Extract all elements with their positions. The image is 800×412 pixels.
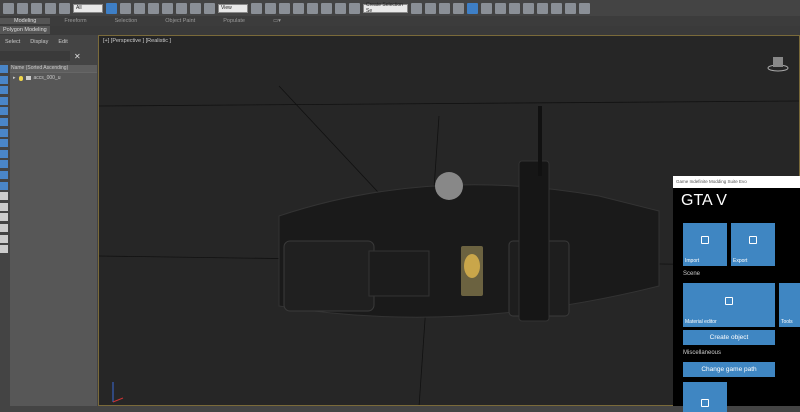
window-title: Game Indefinite Modding Suite Evo bbox=[673, 176, 800, 188]
bones-icon[interactable] bbox=[0, 160, 8, 169]
hierarchy-icon[interactable] bbox=[0, 234, 8, 243]
scene-explorer: Select Display Edit ✕ Name (Sorted Ascen… bbox=[0, 35, 97, 406]
display-all-icon[interactable] bbox=[0, 65, 8, 73]
rotate-icon[interactable] bbox=[176, 2, 187, 14]
percent-snap-icon[interactable] bbox=[321, 2, 332, 14]
ribbon-tabs: Modeling Freeform Selection Object Paint… bbox=[0, 16, 800, 26]
material-editor-button[interactable]: Material editor bbox=[683, 283, 775, 327]
reference-coordinate-dropdown[interactable]: View bbox=[218, 3, 248, 13]
render-icon[interactable] bbox=[551, 2, 562, 14]
curve-editor-icon[interactable] bbox=[481, 2, 492, 14]
tab-selection[interactable]: Selection bbox=[101, 18, 152, 24]
gimms-panel: Game Indefinite Modding Suite Evo GTA V … bbox=[673, 176, 800, 412]
undo-icon[interactable] bbox=[3, 2, 14, 14]
tab-object-paint[interactable]: Object Paint bbox=[151, 18, 209, 24]
named-selection-dropdown[interactable]: Create Selection Se bbox=[363, 2, 408, 14]
select-by-name-icon[interactable] bbox=[120, 2, 131, 14]
scene-label: Scene bbox=[683, 271, 701, 277]
import-button[interactable]: Import bbox=[683, 223, 727, 266]
duty-belt-model bbox=[278, 106, 660, 322]
scale-icon[interactable] bbox=[190, 2, 201, 14]
keyboard-shortcut-icon[interactable] bbox=[279, 2, 290, 14]
search-input[interactable] bbox=[0, 51, 70, 61]
ribbon-panel: Polygon Modeling bbox=[0, 26, 800, 35]
redo-icon[interactable] bbox=[17, 2, 28, 14]
close-icon[interactable]: ✕ bbox=[74, 52, 81, 61]
list-item[interactable]: ▸ accs_000_u bbox=[10, 73, 97, 83]
import-icon bbox=[701, 236, 709, 245]
unlink-icon[interactable] bbox=[45, 2, 56, 14]
shapes-icon[interactable] bbox=[0, 86, 8, 95]
menu-select[interactable]: Select bbox=[5, 39, 20, 45]
export-icon bbox=[749, 236, 757, 245]
export-button[interactable]: Export bbox=[731, 223, 775, 266]
tab-populate[interactable]: Populate bbox=[209, 18, 259, 24]
viewcube[interactable] bbox=[767, 54, 789, 74]
select-object-icon[interactable] bbox=[106, 2, 117, 14]
rect-selection-icon[interactable] bbox=[134, 2, 145, 14]
render-in-cloud-icon[interactable] bbox=[579, 2, 590, 14]
mirror-icon[interactable] bbox=[411, 2, 422, 14]
layer-icon[interactable] bbox=[439, 2, 450, 14]
filter-icon[interactable] bbox=[0, 223, 8, 232]
xrefs-icon[interactable] bbox=[0, 149, 8, 158]
groups-icon[interactable] bbox=[0, 139, 8, 148]
placement-icon[interactable] bbox=[204, 2, 215, 14]
move-icon[interactable] bbox=[162, 2, 173, 14]
object-icon bbox=[25, 76, 31, 80]
layers-icon[interactable] bbox=[0, 245, 8, 254]
polygon-modeling-tab[interactable]: Polygon Modeling bbox=[0, 26, 50, 34]
selection-filter-dropdown[interactable]: All bbox=[73, 3, 103, 13]
menu-display[interactable]: Display bbox=[30, 39, 48, 45]
bind-space-warp-icon[interactable] bbox=[59, 2, 70, 14]
space-warps-icon[interactable] bbox=[0, 128, 8, 137]
window-crossing-icon[interactable] bbox=[148, 2, 159, 14]
lightbulb-icon[interactable] bbox=[18, 75, 23, 81]
ribbon-options-icon[interactable]: ▭▾ bbox=[259, 18, 295, 24]
change-game-path-button[interactable]: Change game path bbox=[683, 362, 775, 377]
miscellaneous-label: Miscellaneous bbox=[683, 350, 722, 356]
scene-explorer-toggle-icon[interactable] bbox=[467, 2, 478, 14]
rendered-frame-icon[interactable] bbox=[537, 2, 548, 14]
cameras-icon[interactable] bbox=[0, 107, 8, 116]
frozen-icon[interactable] bbox=[0, 181, 8, 190]
expand-icon[interactable]: ▸ bbox=[13, 75, 16, 81]
explorer-tools bbox=[0, 65, 9, 256]
schematic-view-icon[interactable] bbox=[495, 2, 506, 14]
create-object-button[interactable]: Create object bbox=[683, 330, 775, 345]
link-icon[interactable] bbox=[31, 2, 42, 14]
game-heading: GTA V bbox=[681, 192, 727, 209]
geometry-icon[interactable] bbox=[0, 75, 8, 84]
manipulate-icon[interactable] bbox=[265, 2, 276, 14]
column-header[interactable]: Name (Sorted Ascending) bbox=[10, 65, 97, 73]
object-list: Name (Sorted Ascending) ▸ accs_000_u bbox=[10, 65, 97, 406]
pivot-icon[interactable] bbox=[251, 2, 262, 14]
invert-icon[interactable] bbox=[0, 192, 8, 201]
main-toolbar: All View Create Selection Se bbox=[0, 0, 800, 16]
containers-icon[interactable] bbox=[0, 170, 8, 179]
material-editor-icon bbox=[725, 296, 733, 305]
tab-modeling[interactable]: Modeling bbox=[0, 18, 51, 24]
align-icon[interactable] bbox=[425, 2, 436, 14]
helpers-icon[interactable] bbox=[0, 117, 8, 126]
menu-edit[interactable]: Edit bbox=[58, 39, 67, 45]
spinner-snap-icon[interactable] bbox=[335, 2, 346, 14]
item-name: accs_000_u bbox=[33, 75, 61, 81]
tools-button[interactable]: Tools bbox=[779, 283, 800, 327]
angle-snap-icon[interactable] bbox=[307, 2, 318, 14]
snap-icon[interactable] bbox=[293, 2, 304, 14]
render-iterative-icon[interactable] bbox=[565, 2, 576, 14]
material-editor-icon[interactable] bbox=[509, 2, 520, 14]
render-setup-icon[interactable] bbox=[523, 2, 534, 14]
database-button[interactable] bbox=[683, 382, 727, 412]
lights-icon[interactable] bbox=[0, 96, 8, 105]
select-none-icon[interactable] bbox=[0, 213, 8, 222]
axis-tripod bbox=[112, 382, 124, 403]
scene-explorer-icon[interactable] bbox=[453, 2, 464, 14]
edit-named-selection-icon[interactable] bbox=[349, 2, 360, 14]
tab-freeform[interactable]: Freeform bbox=[50, 18, 100, 24]
select-all-icon[interactable] bbox=[0, 202, 8, 211]
